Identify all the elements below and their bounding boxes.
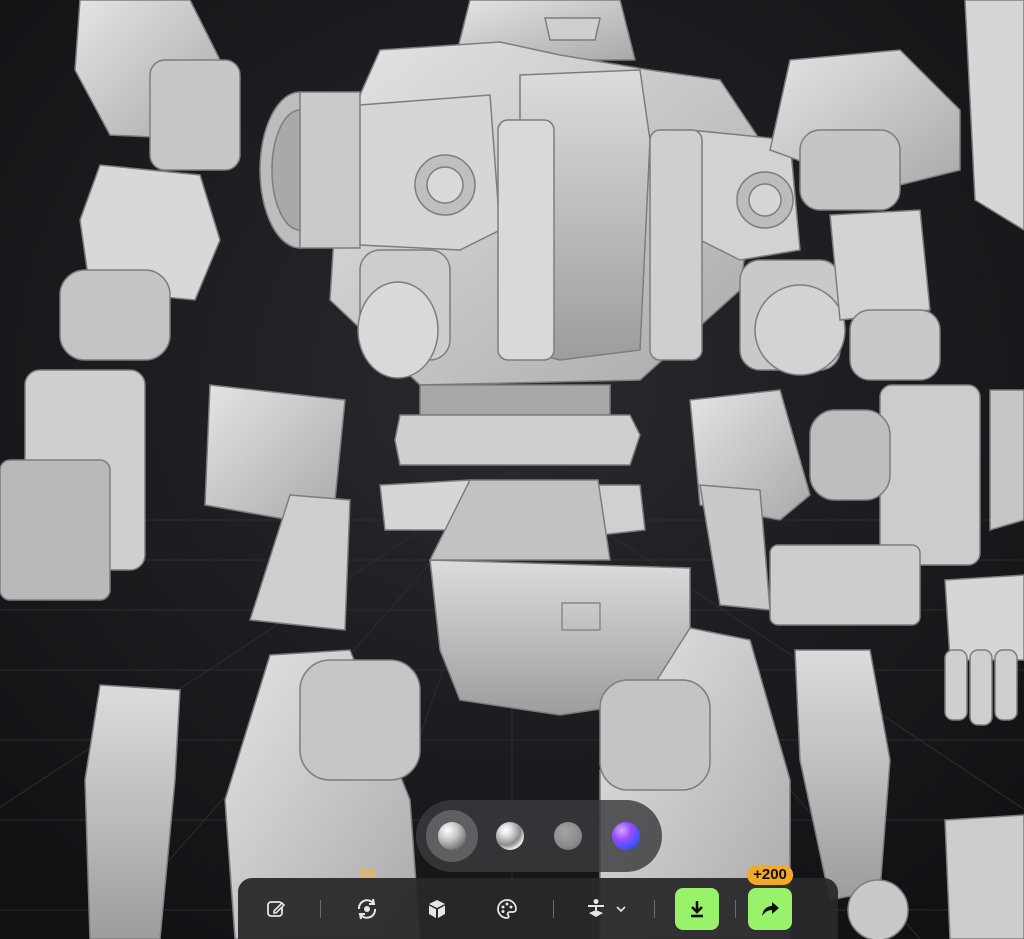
palette-icon (497, 898, 517, 919)
chevron-down-icon (616, 905, 626, 912)
3d-viewport[interactable] (0, 0, 1024, 939)
retopology-icon (357, 898, 377, 919)
share-button-bg (748, 887, 792, 930)
texture-button[interactable] (485, 889, 529, 929)
share-icon (762, 901, 779, 916)
download-button[interactable] (675, 887, 719, 930)
rig-icon (588, 898, 604, 917)
bottom-toolbar: X6 +200 (238, 864, 838, 939)
matte-material-button[interactable] (542, 810, 594, 862)
rig-dropdown-button[interactable] (578, 889, 634, 929)
waist-joint (394, 384, 641, 466)
color-material-icon (612, 822, 640, 850)
matte-material-icon (554, 822, 582, 850)
metal-material-icon (496, 822, 524, 850)
retopology-button[interactable]: X6 (345, 865, 389, 929)
toolbar-divider (553, 899, 554, 918)
cube-icon (429, 899, 445, 918)
edit-icon (267, 900, 286, 917)
toolbar-divider (654, 899, 655, 918)
clay-material-icon (438, 822, 466, 850)
download-button-bg (675, 887, 719, 930)
metal-material-button[interactable] (484, 810, 536, 862)
share-reward-badge: +200 (747, 864, 793, 885)
share-button[interactable]: +200 (747, 864, 793, 930)
color-material-button[interactable] (600, 810, 652, 862)
retopology-count-badge: X6 (358, 864, 376, 881)
download-icon (691, 900, 703, 917)
material-selector (416, 800, 662, 872)
cube-button[interactable] (415, 889, 459, 929)
edit-button[interactable] (256, 889, 296, 929)
toolbar-divider (320, 899, 321, 918)
toolbar-divider (735, 899, 736, 918)
clay-material-button[interactable] (426, 810, 478, 862)
